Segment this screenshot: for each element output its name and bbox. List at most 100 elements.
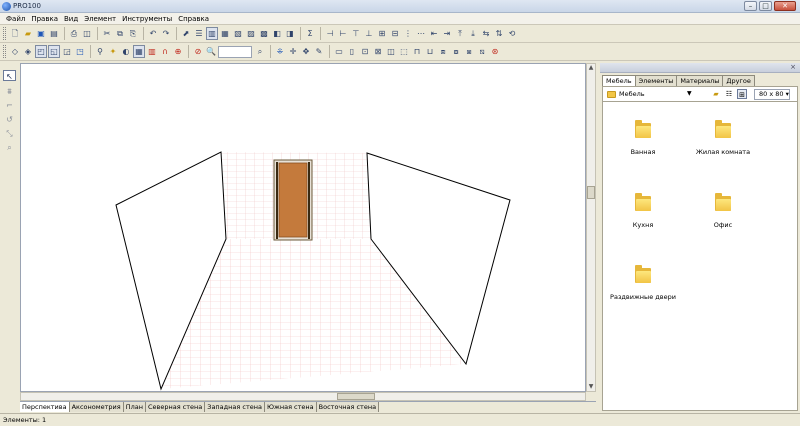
help-icon[interactable]: ⊛ (489, 45, 501, 58)
sum-icon[interactable]: Σ (304, 27, 316, 40)
layout-view-3-icon[interactable]: ▧ (232, 27, 244, 40)
menu-file[interactable]: Файл (3, 15, 28, 23)
snap-right-icon[interactable]: ⇥ (441, 27, 453, 40)
frame-7-icon[interactable]: ⊓ (411, 45, 423, 58)
rotate-icon[interactable]: ⟲ (506, 27, 518, 40)
ruler-icon[interactable]: ▥ (146, 45, 158, 58)
layout-view-2-icon[interactable]: ▦ (219, 27, 231, 40)
door-leaf[interactable] (278, 162, 308, 238)
scale-tool-icon[interactable]: ⤡ (3, 128, 16, 139)
magnet-icon[interactable]: ∩ (159, 45, 171, 58)
no-snap-icon[interactable]: ⊘ (192, 45, 204, 58)
align-left-icon[interactable]: ⊣ (324, 27, 336, 40)
frame-11-icon[interactable]: ⧆ (463, 45, 475, 58)
layout-view-7-icon[interactable]: ◨ (284, 27, 296, 40)
scroll-up-icon[interactable]: ▲ (587, 64, 595, 72)
view-axonometry-icon[interactable]: ◈ (22, 45, 34, 58)
render-texture-icon[interactable]: ◳ (74, 45, 86, 58)
tab-axonometry[interactable]: Аксонометрия (69, 402, 124, 412)
close-button[interactable]: ✕ (774, 1, 796, 11)
move-icon[interactable]: ✥ (300, 45, 312, 58)
rotate-tool-icon[interactable]: ↺ (3, 114, 16, 125)
align-center-h-icon[interactable]: ⊞ (376, 27, 388, 40)
minimize-button[interactable]: – (744, 1, 757, 11)
cut-icon[interactable]: ✂ (101, 27, 113, 40)
copy-icon[interactable]: ⧉ (114, 27, 126, 40)
path-dropdown-icon[interactable]: ▼ (687, 90, 692, 97)
frame-3-icon[interactable]: ⊡ (359, 45, 371, 58)
zoom-out-icon[interactable]: 🔍 (205, 45, 217, 58)
perspective-viewport[interactable] (20, 63, 586, 392)
align-right-icon[interactable]: ⊢ (337, 27, 349, 40)
camera-icon[interactable]: ⚲ (94, 45, 106, 58)
shadow-icon[interactable]: ◐ (120, 45, 132, 58)
save-as-icon[interactable]: ▤ (48, 27, 60, 40)
layout-view-1-icon[interactable]: ▥ (206, 27, 218, 40)
zoom-in-icon[interactable]: ⌕ (254, 45, 266, 58)
grid-icon[interactable]: ▦ (133, 45, 145, 58)
snap-down-icon[interactable]: ⤓ (467, 27, 479, 40)
category-kitchen[interactable]: Кухня (603, 193, 683, 229)
frame-1-icon[interactable]: ▭ (333, 45, 345, 58)
print-preview-icon[interactable]: ◫ (81, 27, 93, 40)
corner-tool-icon[interactable]: ⌐ (3, 100, 16, 111)
category-bathroom[interactable]: Ванная (603, 120, 683, 156)
render-shaded-icon[interactable]: ◲ (61, 45, 73, 58)
tab-east-wall[interactable]: Восточная стена (316, 402, 380, 412)
vertical-scroll-thumb[interactable] (587, 186, 595, 199)
export-icon[interactable]: ⬈ (180, 27, 192, 40)
paste-icon[interactable]: ⎘ (127, 27, 139, 40)
mirror-v-icon[interactable]: ⇅ (493, 27, 505, 40)
align-center-v-icon[interactable]: ⊟ (389, 27, 401, 40)
menu-tools[interactable]: Инструменты (119, 15, 175, 23)
walls-tool-icon[interactable]: ⩩ (3, 86, 16, 97)
select-all-icon[interactable]: ⁜ (274, 45, 286, 58)
distribute-h-icon[interactable]: ⋮ (402, 27, 414, 40)
frame-5-icon[interactable]: ◫ (385, 45, 397, 58)
distribute-v-icon[interactable]: ⋯ (415, 27, 427, 40)
library-path[interactable]: Мебель (619, 90, 645, 98)
menu-edit[interactable]: Правка (28, 15, 61, 23)
toolbar-grip[interactable] (3, 45, 6, 58)
redo-icon[interactable]: ↷ (160, 27, 172, 40)
print-icon[interactable]: ⎙ (68, 27, 80, 40)
zoom-tool-icon[interactable]: ⌕ (3, 142, 16, 153)
menu-help[interactable]: Справка (175, 15, 212, 23)
zoom-level-input[interactable] (218, 45, 252, 58)
viewport-vertical-scrollbar[interactable]: ▲ ▼ (586, 63, 596, 392)
align-bottom-icon[interactable]: ⊥ (363, 27, 375, 40)
mirror-h-icon[interactable]: ⇆ (480, 27, 492, 40)
view-perspective-icon[interactable]: ◇ (9, 45, 21, 58)
dimension-icon[interactable]: ⊕ (172, 45, 184, 58)
scroll-down-icon[interactable]: ▼ (587, 383, 595, 391)
frame-2-icon[interactable]: ▯ (346, 45, 358, 58)
tab-south-wall[interactable]: Южная стена (264, 402, 317, 412)
tab-elements[interactable]: Элементы (634, 75, 678, 86)
tab-materials[interactable]: Материалы (676, 75, 724, 86)
frame-12-icon[interactable]: ⧅ (476, 45, 488, 58)
undo-icon[interactable]: ↶ (147, 27, 159, 40)
frame-9-icon[interactable]: ⧈ (437, 45, 449, 58)
category-office[interactable]: Офис (683, 193, 763, 229)
layout-view-4-icon[interactable]: ▨ (245, 27, 257, 40)
select-arrow-icon[interactable]: ↖ (3, 70, 16, 81)
viewport-horizontal-scrollbar[interactable] (20, 392, 586, 401)
layout-view-6-icon[interactable]: ◧ (271, 27, 283, 40)
layout-view-5-icon[interactable]: ▩ (258, 27, 270, 40)
pencil-icon[interactable]: ✎ (313, 45, 325, 58)
tab-plan[interactable]: План (123, 402, 146, 412)
category-sliding-doors[interactable]: Раздвижные двери (603, 265, 683, 301)
tab-perspective[interactable]: Перспектива (20, 402, 70, 412)
horizontal-scroll-thumb[interactable] (337, 393, 375, 400)
toolbar-grip[interactable] (3, 27, 6, 40)
details-view-icon[interactable]: ☷ (724, 89, 734, 99)
menu-element[interactable]: Элемент (81, 15, 119, 23)
frame-4-icon[interactable]: ⊠ (372, 45, 384, 58)
render-wire-icon[interactable]: ◰ (35, 45, 47, 58)
frame-6-icon[interactable]: ⬚ (398, 45, 410, 58)
new-file-icon[interactable]: 🗋 (9, 27, 21, 40)
snap-left-icon[interactable]: ⇤ (428, 27, 440, 40)
render-solid-icon[interactable]: ◱ (48, 45, 60, 58)
tab-west-wall[interactable]: Западная стена (205, 402, 265, 412)
maximize-button[interactable]: □ (759, 1, 772, 11)
